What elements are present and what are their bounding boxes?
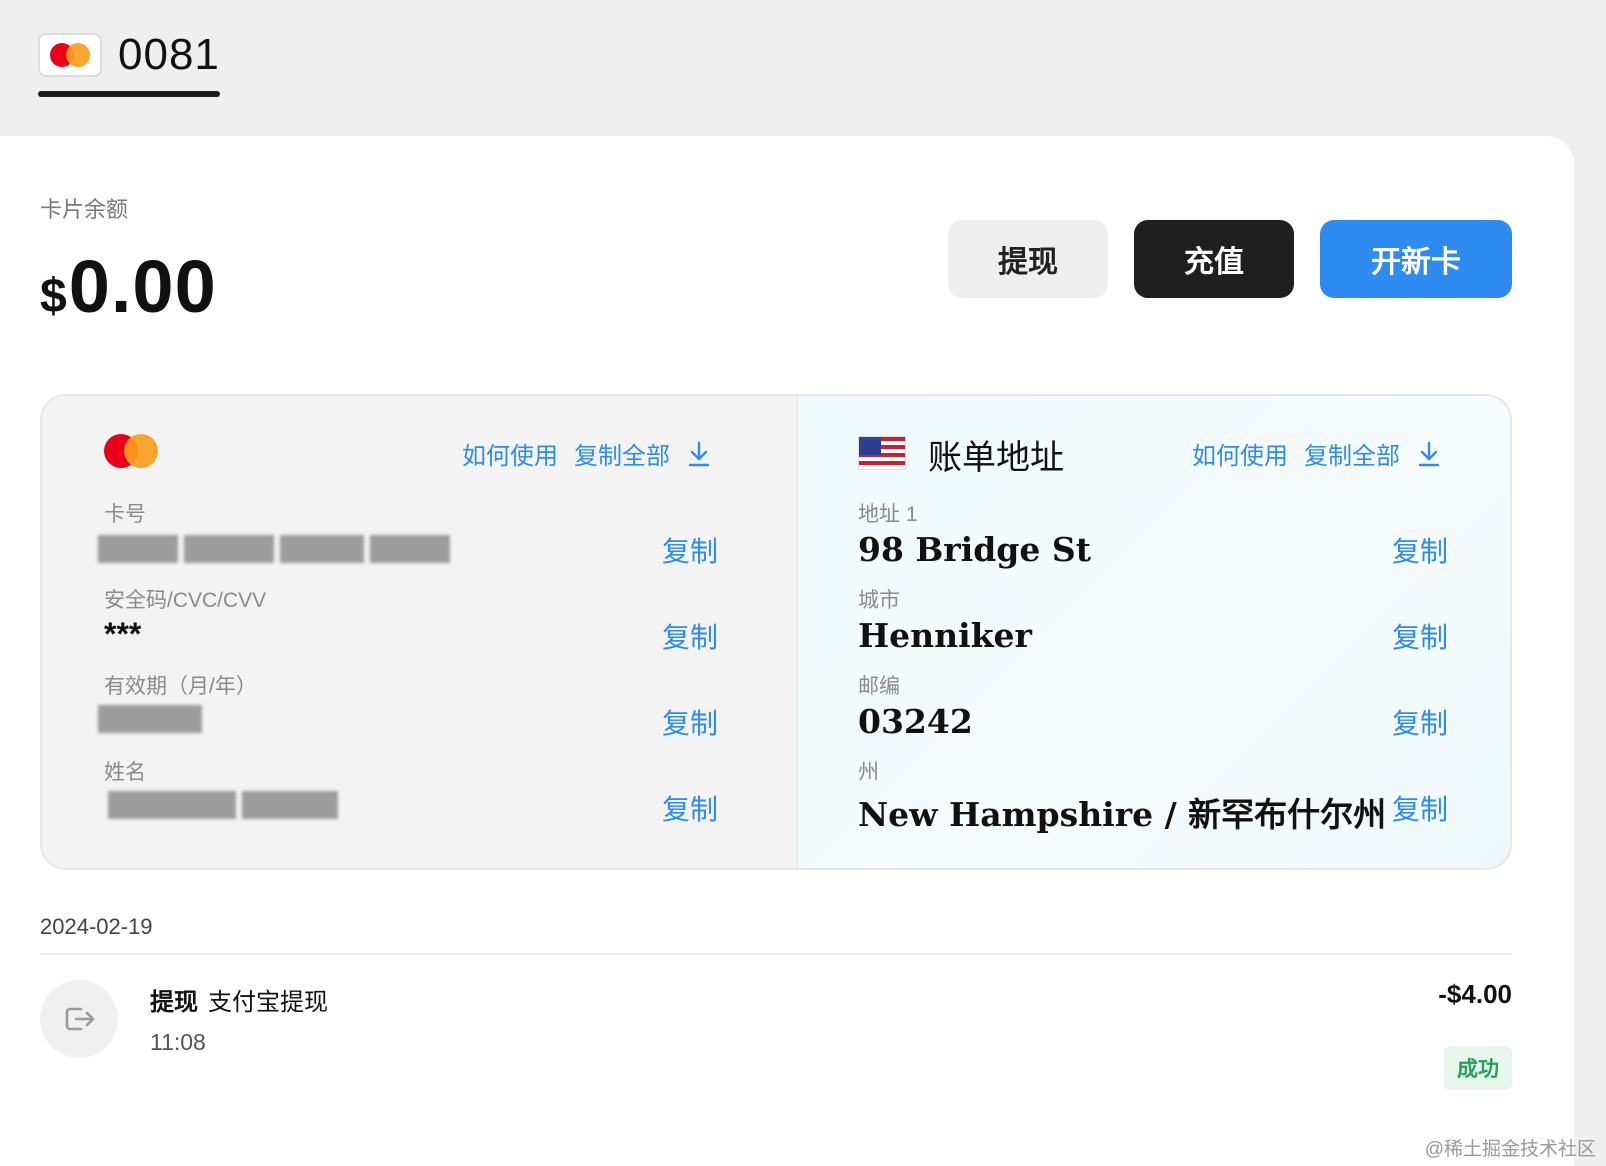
billing-address-title: 账单地址 [928,439,1064,477]
copy-city-button[interactable]: 复制 [1392,616,1448,656]
city-value: Henniker [858,616,1032,655]
card-number-value [98,532,450,566]
zip-value: 03242 [858,702,973,741]
cvc-label: 安全码/CVC/CVV [104,589,267,612]
card-number-label: 卡号 [104,503,146,526]
balance-currency: $ [40,270,67,323]
copy-card-number-button[interactable]: 复制 [662,530,718,570]
balance-label: 卡片余额 [40,197,129,222]
withdraw-button[interactable]: 提现 [948,220,1108,298]
new-card-button[interactable]: 开新卡 [1320,220,1512,298]
expiry-label: 有效期（月/年） [104,675,257,698]
copy-name-button[interactable]: 复制 [662,788,718,828]
address1-label: 地址 1 [858,503,918,526]
transaction-type: 提现 [150,989,198,1016]
how-to-use-link[interactable]: 如何使用 [462,436,558,471]
how-to-use-link[interactable]: 如何使用 [1192,436,1288,471]
tab-bar: 0081 [0,0,1606,136]
divider [40,953,1512,955]
copy-address1-button[interactable]: 复制 [1392,530,1448,570]
tab-active-indicator [38,91,220,97]
copy-state-button[interactable]: 复制 [1392,788,1448,828]
transaction-desc: 支付宝提现 [208,989,328,1016]
billing-address-section: 账单地址 如何使用 复制全部 地址 1 98 Bridge St 复制 城市 H… [798,396,1510,868]
transaction-amount: -$4.00 [1438,979,1512,1009]
state-value: New Hampshire / 新罕布什尔州 [858,795,1387,834]
transaction-title: 提现 支付宝提现 [150,982,328,1017]
balance-value: 0.00 [68,245,217,328]
download-icon[interactable] [1416,440,1442,468]
topup-button[interactable]: 充值 [1134,220,1294,298]
expiry-value [98,702,202,736]
mastercard-logo-icon [104,434,158,468]
watermark: @稀土掘金技术社区 [1424,1139,1596,1160]
card-details-panel: 如何使用 复制全部 卡号 复制 安全码/CVC/CVV *** 复制 有效期（月… [40,394,1512,870]
billing-actions: 如何使用 复制全部 [1192,436,1442,471]
state-label: 州 [858,761,879,784]
cvc-value: *** [104,616,142,652]
tab-card-0081[interactable]: 0081 [38,30,220,80]
card-actions: 如何使用 复制全部 [462,436,712,471]
main-content: 卡片余额 $ 0.00 提现 充值 开新卡 如何使用 复制全部 卡号 复制 安全… [0,136,1574,1166]
withdraw-icon [40,980,118,1058]
copy-cvc-button[interactable]: 复制 [662,616,718,656]
copy-all-link[interactable]: 复制全部 [574,436,670,471]
address1-value: 98 Bridge St [858,530,1091,569]
copy-expiry-button[interactable]: 复制 [662,702,718,742]
name-label: 姓名 [104,761,146,784]
us-flag-icon [858,436,906,470]
zip-label: 邮编 [858,675,900,698]
copy-all-link[interactable]: 复制全部 [1304,436,1400,471]
status-badge: 成功 [1444,1046,1512,1090]
download-icon[interactable] [686,440,712,468]
tab-label: 0081 [118,30,220,79]
card-info-section: 如何使用 复制全部 卡号 复制 安全码/CVC/CVV *** 复制 有效期（月… [42,396,798,868]
city-label: 城市 [858,589,900,612]
cardholder-name-value [108,788,338,822]
mastercard-icon [38,33,102,77]
transaction-date: 2024-02-19 [40,914,153,939]
transaction-time: 11:08 [150,1029,206,1055]
balance-amount: $ 0.00 [40,244,217,329]
copy-zip-button[interactable]: 复制 [1392,702,1448,742]
